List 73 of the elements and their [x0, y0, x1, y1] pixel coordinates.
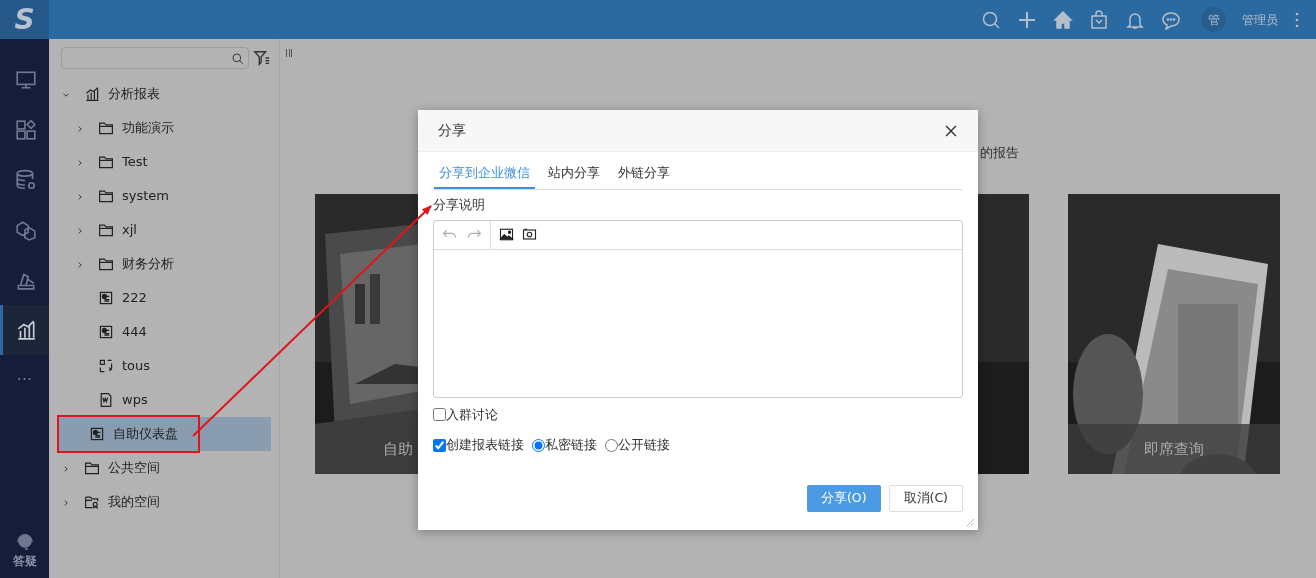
monitor-icon[interactable]: [15, 69, 37, 91]
folder-icon: [98, 256, 114, 272]
option-label[interactable]: 私密链接: [545, 436, 597, 455]
search-field[interactable]: [61, 47, 249, 69]
plus-icon[interactable]: [1017, 9, 1037, 30]
tree-item[interactable]: Test: [57, 145, 271, 179]
image-icon[interactable]: [499, 227, 514, 242]
section-subtitle: 的报告: [980, 144, 1019, 162]
bag-icon[interactable]: [1089, 9, 1109, 30]
chevron-icon[interactable]: [76, 226, 84, 235]
tree-item[interactable]: 我的空间: [57, 485, 271, 519]
dashboard-file-icon: [98, 290, 114, 306]
tree-item[interactable]: tous: [57, 349, 271, 383]
field-label: 分享说明: [433, 195, 486, 214]
chevron-icon[interactable]: [62, 464, 70, 473]
chevron-icon[interactable]: [76, 260, 84, 269]
tree-item[interactable]: 财务分析: [57, 247, 271, 281]
option-label[interactable]: 创建报表链接: [446, 436, 524, 455]
avatar: 管: [1201, 7, 1226, 32]
chat-icon[interactable]: [1161, 9, 1181, 30]
checkbox[interactable]: [433, 408, 446, 422]
word-file-icon: [98, 392, 114, 408]
chevron-icon[interactable]: [62, 498, 70, 507]
database-gear-icon[interactable]: [15, 169, 37, 191]
folder-icon: [98, 120, 114, 136]
camera-icon[interactable]: [522, 227, 537, 242]
tab[interactable]: 外链分享: [613, 160, 675, 189]
tab[interactable]: 站内分享: [543, 160, 605, 189]
dialog-title: 分享: [438, 121, 466, 140]
card-title: 自助: [383, 438, 413, 460]
search-icon[interactable]: [981, 9, 1001, 30]
cancel-button[interactable]: 取消(C): [888, 485, 963, 512]
help-label[interactable]: 答疑: [12, 552, 37, 570]
chevron-icon[interactable]: [76, 124, 84, 133]
tree-item[interactable]: 公共空间: [57, 451, 271, 485]
bar-chart-icon: [84, 86, 100, 102]
dashboard-file-icon: [89, 426, 105, 442]
folder-icon: [84, 460, 100, 476]
cubes-icon[interactable]: [15, 219, 37, 241]
drag-handle-icon[interactable]: [286, 49, 292, 57]
checkbox[interactable]: [433, 439, 446, 453]
filter-icon[interactable]: [253, 49, 271, 67]
chevron-icon[interactable]: [76, 192, 84, 201]
radio-button[interactable]: [532, 439, 545, 453]
tree-item[interactable]: 222: [57, 281, 271, 315]
search-icon: [231, 51, 244, 65]
folder-icon: [98, 188, 114, 204]
tree-item[interactable]: wps: [57, 383, 271, 417]
dashboard-file-icon: [98, 324, 114, 340]
user-folder-icon: [84, 494, 100, 510]
option-label[interactable]: 公开链接: [618, 436, 670, 455]
highlight-box: 自助仪表盘: [59, 417, 198, 451]
tab[interactable]: 分享到企业微信: [434, 160, 535, 189]
resize-grip-icon[interactable]: [965, 517, 975, 527]
apps-icon[interactable]: [15, 119, 37, 141]
tree-item[interactable]: 自助仪表盘: [57, 417, 271, 451]
tree-item[interactable]: system: [57, 179, 271, 213]
close-icon[interactable]: [944, 123, 958, 138]
folder-icon: [98, 222, 114, 238]
tree-item[interactable]: 分析报表: [57, 77, 271, 111]
chevron-icon[interactable]: [76, 158, 84, 167]
option-label[interactable]: 入群讨论: [446, 405, 498, 425]
tree-item[interactable]: xjl: [57, 213, 271, 247]
home-icon[interactable]: [1053, 9, 1073, 30]
radio-button[interactable]: [605, 439, 618, 453]
folder-icon: [98, 154, 114, 170]
more-text[interactable]: ···: [0, 355, 49, 405]
logo: S: [0, 0, 49, 39]
bar-chart-icon[interactable]: [15, 319, 37, 341]
card-title: 即席查询: [1144, 438, 1204, 460]
tree-item[interactable]: 功能演示: [57, 111, 271, 145]
frame-icon: [98, 358, 114, 374]
tree-item[interactable]: 444: [57, 315, 271, 349]
